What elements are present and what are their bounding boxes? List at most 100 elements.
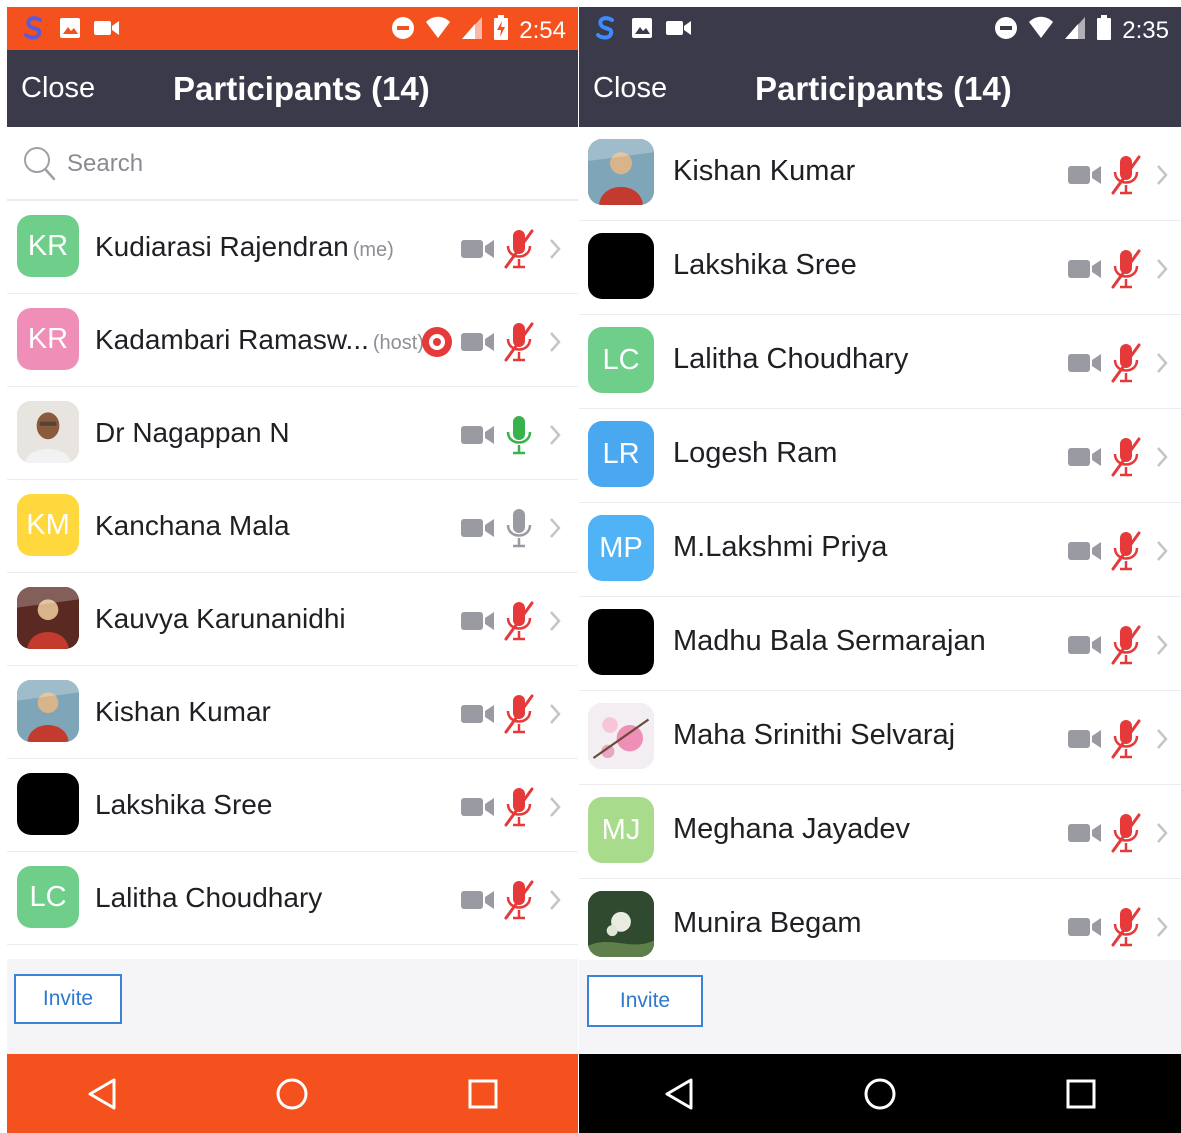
video-off-icon [460, 330, 496, 359]
chevron-right-icon[interactable] [548, 795, 562, 824]
participant-row[interactable]: Dr Nagappan N [7, 387, 578, 480]
mic-muted-icon [502, 879, 536, 926]
chevron-right-icon[interactable] [548, 516, 562, 545]
participant-name-text: M.Lakshmi Priya [673, 531, 888, 563]
participant-row[interactable]: MP M.Lakshmi Priya [579, 503, 1181, 597]
participant-name-text: Munira Begam [673, 907, 862, 939]
chevron-right-icon[interactable] [548, 702, 562, 731]
participant-status-icons [1067, 154, 1169, 201]
chevron-right-icon[interactable] [548, 609, 562, 638]
chevron-right-icon[interactable] [548, 423, 562, 452]
participant-row[interactable]: LR Logesh Ram [579, 409, 1181, 503]
participant-name: Kudiarasi Rajendran (me) [95, 231, 394, 263]
participant-row[interactable]: KM Kanchana Mala [7, 480, 578, 573]
avatar-initials: MJ [601, 813, 641, 846]
mic-muted-icon [502, 321, 536, 368]
back-nav-icon[interactable] [72, 1064, 132, 1124]
participant-name-text: Lakshika Sree [95, 789, 273, 820]
video-status-icon [93, 18, 121, 43]
participant-name-text: Dr Nagappan N [95, 417, 290, 448]
participant-status-icons [460, 600, 562, 647]
participant-row[interactable]: Munira Begam [579, 879, 1181, 973]
chevron-right-icon[interactable] [1155, 539, 1169, 568]
participant-name: Kauvya Karunanidhi [95, 603, 346, 635]
video-off-icon [460, 702, 496, 731]
mic-muted-icon [1109, 154, 1143, 201]
avatar: LC [588, 327, 654, 393]
invite-button[interactable]: Invite [587, 975, 703, 1027]
participant-name: Meghana Jayadev [673, 813, 910, 846]
battery-charging-icon [493, 15, 509, 46]
participant-name-text: Kudiarasi Rajendran [95, 231, 349, 262]
participant-name-text: Lalitha Choudhary [95, 882, 323, 913]
avatar-initials: KR [27, 229, 69, 262]
participant-name-text: Lalitha Choudhary [673, 343, 909, 375]
participant-list: Kishan Kumar Lakshika Sree LC Lalitha Choud… [579, 127, 1181, 973]
chevron-right-icon[interactable] [1155, 915, 1169, 944]
avatar [17, 587, 79, 649]
mic-active-icon [502, 414, 536, 461]
participant-name: Lakshika Sree [673, 249, 857, 282]
chevron-right-icon[interactable] [548, 237, 562, 266]
participant-name: Lakshika Sree [95, 789, 272, 821]
mic-muted-icon [1109, 624, 1143, 671]
mic-icon [502, 507, 536, 554]
video-off-icon [460, 237, 496, 266]
invite-button[interactable]: Invite [14, 974, 122, 1024]
app-s-icon [21, 15, 47, 46]
avatar [588, 233, 654, 299]
status-bar: 2:54 [7, 7, 578, 50]
home-nav-icon[interactable] [262, 1064, 322, 1124]
participant-status-icons [460, 414, 562, 461]
chevron-right-icon[interactable] [1155, 727, 1169, 756]
participant-name-text: Maha Srinithi Selvaraj [673, 719, 956, 751]
participant-row[interactable]: Madhu Bala Sermarajan [579, 597, 1181, 691]
search-input[interactable]: Search [67, 150, 143, 178]
participant-row[interactable]: Lakshika Sree [7, 759, 578, 852]
video-off-icon [1067, 821, 1103, 850]
chevron-right-icon[interactable] [1155, 257, 1169, 286]
participant-name: Maha Srinithi Selvaraj [673, 719, 955, 752]
mic-muted-icon [1109, 718, 1143, 765]
back-nav-icon[interactable] [649, 1064, 709, 1124]
participant-row[interactable]: Maha Srinithi Selvaraj [579, 691, 1181, 785]
chevron-right-icon[interactable] [1155, 163, 1169, 192]
close-button[interactable]: Close [21, 72, 95, 105]
gallery-icon [631, 17, 653, 44]
participant-status-icons [1067, 530, 1169, 577]
close-button[interactable]: Close [593, 72, 667, 105]
avatar [17, 773, 79, 835]
participant-row[interactable]: Lakshika Sree [579, 221, 1181, 315]
avatar [588, 891, 654, 957]
chevron-right-icon[interactable] [1155, 821, 1169, 850]
participant-row[interactable]: Kauvya Karunanidhi [7, 573, 578, 666]
participants-header: Close Participants (14) [579, 50, 1181, 127]
participant-row[interactable]: KR Kadambari Ramasw... (host) [7, 294, 578, 387]
status-time: 2:35 [1122, 16, 1169, 44]
mic-muted-icon [1109, 436, 1143, 483]
participant-role-tag: (host) [372, 332, 425, 354]
participant-row[interactable]: LC Lalitha Choudhary [7, 852, 578, 945]
chevron-right-icon[interactable] [1155, 351, 1169, 380]
avatar: LR [588, 421, 654, 487]
home-nav-icon[interactable] [850, 1064, 910, 1124]
participants-screen-left: 2:54 Close Participants (14) Search KR Ku… [7, 7, 578, 1133]
recents-nav-icon[interactable] [453, 1064, 513, 1124]
chevron-right-icon[interactable] [1155, 445, 1169, 474]
participant-row[interactable]: KR Kudiarasi Rajendran (me) [7, 201, 578, 294]
chevron-right-icon[interactable] [548, 888, 562, 917]
participant-row[interactable]: Kishan Kumar [7, 666, 578, 759]
video-off-icon [460, 516, 496, 545]
participant-row[interactable]: LC Lalitha Choudhary [579, 315, 1181, 409]
participant-row[interactable]: Kishan Kumar [579, 127, 1181, 221]
recents-nav-icon[interactable] [1051, 1064, 1111, 1124]
chevron-right-icon[interactable] [1155, 633, 1169, 662]
participant-list: KR Kudiarasi Rajendran (me) KR Kadambari Ram… [7, 201, 578, 945]
participant-row[interactable]: MJ Meghana Jayadev [579, 785, 1181, 879]
search-bar[interactable]: Search [7, 127, 578, 201]
avatar: LC [17, 866, 79, 928]
video-off-icon [1067, 351, 1103, 380]
dnd-icon [994, 16, 1018, 45]
footer-bar: Invite [579, 960, 1181, 1055]
chevron-right-icon[interactable] [548, 330, 562, 359]
